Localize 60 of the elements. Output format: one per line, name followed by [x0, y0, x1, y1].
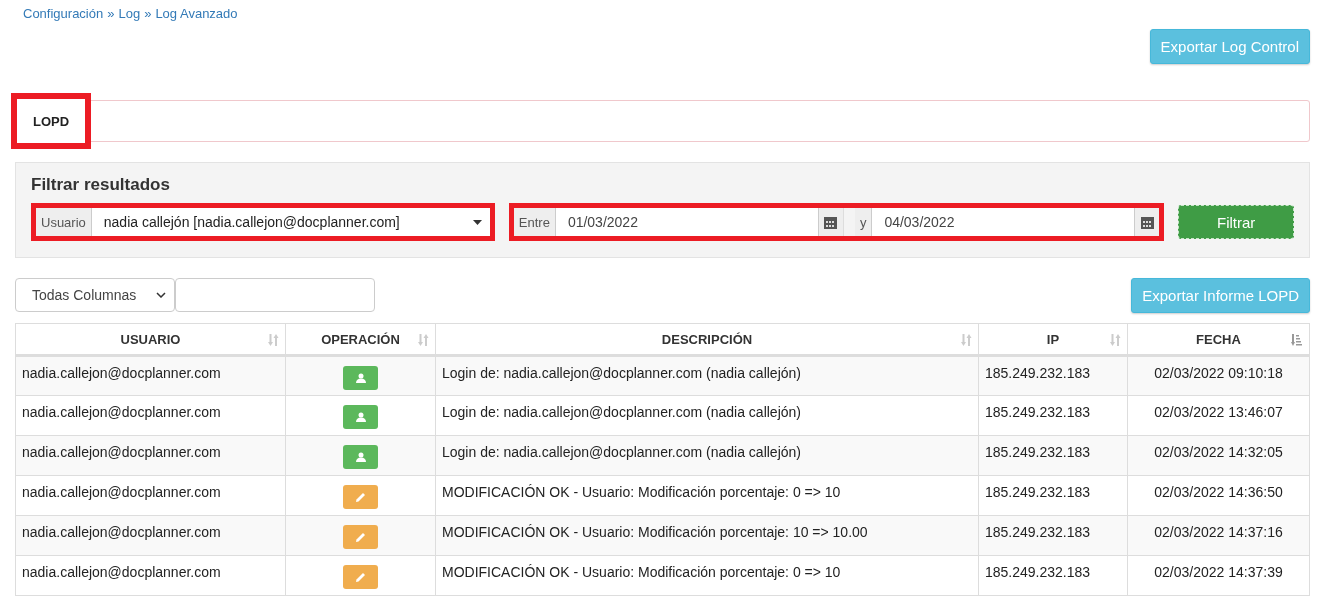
table-cell: nadia.callejon@docplanner.com — [15, 515, 286, 556]
table-cell: 02/03/2022 14:37:39 — [1127, 555, 1310, 596]
to-date-field[interactable]: 04/03/2022 — [872, 208, 1135, 236]
table-cell: nadia.callejon@docplanner.com — [15, 475, 286, 516]
chevron-icon — [156, 292, 166, 298]
edit-button[interactable] — [343, 565, 378, 589]
table-cell: 185.249.232.183 — [978, 435, 1128, 476]
breadcrumb-link[interactable]: Log Avanzado — [155, 6, 238, 21]
tab[interactable]: LOPD — [11, 93, 92, 149]
calendar-button[interactable] — [1134, 208, 1160, 236]
user-icon — [355, 412, 366, 422]
table-cell: nadia.callejon@docplanner.com — [15, 435, 286, 476]
user-icon — [355, 373, 366, 383]
search-field[interactable] — [175, 278, 375, 312]
user-filter[interactable]: Usuario nadia callejón [nadia.callejon@docplanner.com] — [31, 203, 495, 241]
table-cell: 185.249.232.183 — [978, 475, 1128, 516]
table-cell: 185.249.232.183 — [978, 395, 1128, 436]
login-button[interactable] — [343, 405, 378, 429]
from-date-field[interactable]: 01/03/2022 — [555, 208, 818, 236]
table-cell: nadia.callejon@docplanner.com — [15, 555, 286, 596]
edit-button[interactable] — [343, 485, 378, 509]
pencil-icon — [355, 491, 366, 503]
table-cell: nadia.callejon@docplanner.com — [15, 395, 286, 436]
breadcrumb-separator: » — [144, 6, 152, 21]
table-cell: 185.249.232.183 — [978, 555, 1128, 596]
user-select[interactable]: nadia callejón [nadia.callejon@docplanner.com] — [91, 208, 490, 236]
table-cell: 02/03/2022 14:37:16 — [1127, 515, 1310, 556]
user-icon — [355, 452, 366, 462]
breadcrumb-link[interactable]: Configuración — [23, 6, 104, 21]
table-cell: 02/03/2022 13:46:07 — [1127, 395, 1310, 436]
column-select[interactable]: Todas Columnas — [15, 278, 175, 312]
edit-button[interactable] — [343, 525, 378, 549]
table-cell: Login de: nadia.callejon@docplanner.com (nadia callejón) — [435, 435, 979, 476]
user-value: nadia callejón [nadia.callejon@docplanner.com] — [103, 214, 400, 230]
breadcrumb-link[interactable]: Log — [118, 6, 141, 21]
date-range-filter[interactable]: Entre 01/03/2022 y 04/03/2022 — [508, 203, 1165, 241]
table-cell: Login de: nadia.callejon@docplanner.com (nadia callejón) — [435, 395, 979, 436]
login-button[interactable] — [343, 366, 378, 390]
table-cell: 185.249.232.183 — [978, 515, 1128, 556]
from-label: Entre — [513, 208, 556, 236]
user-label: Usuario — [36, 208, 92, 236]
table-cell: MODIFICACIÓN OK - Usuario: Modificación porcentaje: 10 => 10.00 — [435, 515, 979, 556]
pencil-icon — [355, 531, 366, 543]
breadcrumb-separator: » — [107, 6, 115, 21]
table-cell: 02/03/2022 14:36:50 — [1127, 475, 1310, 516]
calendar-button[interactable] — [817, 208, 843, 236]
calendar-icon — [1140, 215, 1154, 229]
login-button[interactable] — [343, 445, 378, 469]
calendar-icon — [824, 215, 838, 229]
table-cell: nadia.callejon@docplanner.com — [15, 355, 286, 396]
table-cell: MODIFICACIÓN OK - Usuario: Modificación porcentaje: 0 => 10 — [435, 555, 979, 596]
caret-icon — [472, 219, 482, 225]
table-cell: MODIFICACIÓN OK - Usuario: Modificación porcentaje: 0 => 10 — [435, 475, 979, 516]
table-cell: Login de: nadia.callejon@docplanner.com (nadia callejón) — [435, 355, 979, 396]
table-cell: 185.249.232.183 — [978, 355, 1128, 396]
pencil-icon — [355, 571, 366, 583]
table-cell: 02/03/2022 14:32:05 — [1127, 435, 1310, 476]
filter-title: Filtrar resultados — [31, 175, 171, 195]
column-select-value: Todas Columnas — [32, 287, 137, 303]
table-cell: 02/03/2022 09:10:18 — [1127, 355, 1310, 396]
